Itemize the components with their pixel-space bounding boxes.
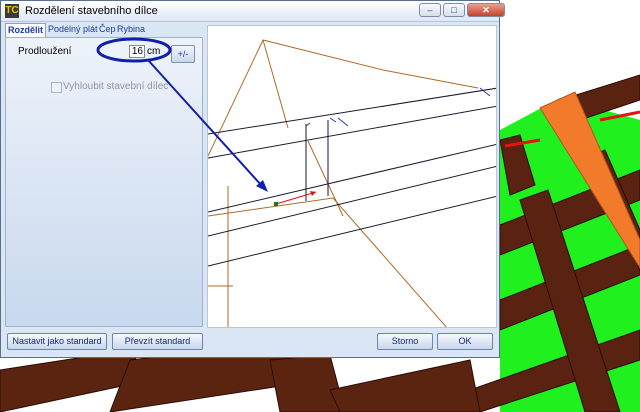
app-logo-icon: TC	[5, 4, 19, 18]
load-default-button[interactable]: Převzít standard	[112, 333, 203, 350]
ok-button[interactable]: OK	[437, 333, 493, 350]
tab-lengthwise-joint[interactable]: Podélný plát	[46, 23, 100, 36]
tab-dovetail[interactable]: Rybina	[115, 23, 147, 36]
extension-label: Prodloužení	[18, 46, 72, 57]
split-component-dialog: TC Rozdělení stavebního dílce – □ ✕ Rozd…	[0, 0, 505, 358]
preview-viewport[interactable]	[207, 25, 497, 328]
title-bar[interactable]: TC Rozdělení stavebního dílce – □ ✕	[1, 1, 505, 22]
minimize-button[interactable]: –	[419, 3, 441, 17]
toggle-sign-button[interactable]: +/-	[171, 45, 195, 63]
split-point-marker	[274, 202, 278, 206]
close-button[interactable]: ✕	[467, 3, 505, 17]
cancel-button[interactable]: Storno	[377, 333, 433, 350]
maximize-button[interactable]: □	[443, 3, 465, 17]
wireframe-preview	[208, 39, 496, 327]
extension-input[interactable]	[129, 45, 145, 58]
set-as-default-button[interactable]: Nastavit jako standard	[7, 333, 107, 350]
tab-split[interactable]: Rozdělit	[5, 23, 46, 38]
hollow-checkbox-label: Vyhloubit stavební dílec	[63, 81, 169, 92]
extension-unit: cm	[147, 46, 161, 57]
hollow-checkbox[interactable]	[51, 82, 62, 93]
window-title: Rozdělení stavebního dílce	[25, 5, 158, 17]
